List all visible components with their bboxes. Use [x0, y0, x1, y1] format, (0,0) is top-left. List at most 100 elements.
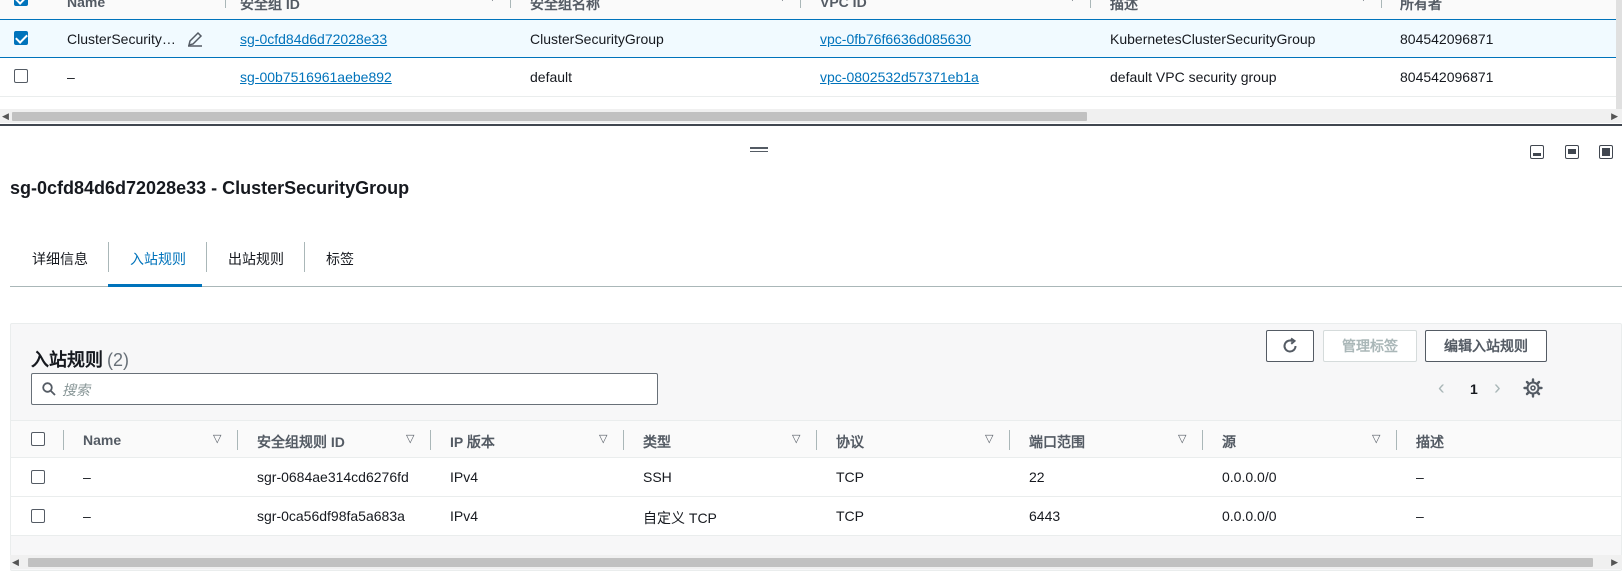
refresh-icon — [1283, 337, 1297, 353]
sg-id-link[interactable]: sg-0cfd84d6d72028e33 — [240, 31, 387, 47]
column-divider[interactable] — [1009, 430, 1010, 450]
rule-ip-version: IPv4 — [450, 508, 479, 524]
column-header-sg-name[interactable]: 安全组名称 — [530, 0, 600, 14]
rule-name: – — [83, 508, 91, 524]
column-divider[interactable] — [510, 0, 511, 8]
vpc-id-link[interactable]: vpc-0fb76f6636d085630 — [820, 31, 971, 47]
column-divider[interactable] — [225, 0, 226, 8]
sg-name: ClusterSecurityGroup — [530, 31, 664, 47]
filter-caret-icon[interactable]: ▽ — [406, 432, 414, 445]
column-header-port-range[interactable]: 端口范围 — [1029, 432, 1085, 452]
refresh-button[interactable] — [1266, 330, 1314, 362]
scrollbar-thumb[interactable] — [12, 112, 1087, 121]
column-divider[interactable] — [237, 430, 238, 450]
row-checkbox[interactable] — [31, 470, 45, 484]
select-all-checkbox[interactable] — [14, 0, 28, 6]
inbound-rules-table-header: Name ▽ 安全组规则 ID ▽ IP 版本 ▽ 类型 ▽ 协议 ▽ 端口范围… — [11, 420, 1621, 458]
table-row[interactable]: – sg-00b7516961aebe892 default vpc-08025… — [0, 58, 1617, 97]
filter-caret-icon[interactable]: ▽ — [792, 432, 800, 445]
column-header-name[interactable]: Name — [83, 432, 121, 448]
sort-caret-icon[interactable]: ▼ — [1067, 0, 1078, 4]
next-page-icon[interactable]: › — [1494, 378, 1501, 398]
column-divider[interactable] — [800, 0, 801, 8]
column-divider[interactable] — [1202, 430, 1203, 450]
rule-type: 自定义 TCP — [643, 510, 717, 526]
column-header-description[interactable]: 描述 — [1110, 0, 1138, 14]
rule-description: – — [1416, 469, 1424, 485]
row-checkbox[interactable] — [31, 509, 45, 523]
row-checkbox[interactable] — [14, 69, 28, 83]
column-divider[interactable] — [1396, 430, 1397, 450]
column-header-source[interactable]: 源 — [1222, 432, 1236, 452]
gear-icon[interactable] — [1523, 378, 1543, 398]
scroll-left-arrow-icon[interactable]: ◀ — [12, 557, 19, 568]
rule-id: sgr-0ca56df98fa5a683a — [257, 508, 405, 524]
table-row[interactable]: ClusterSecurity… sg-0cfd84d6d72028e33 Cl… — [0, 19, 1617, 58]
split-bottom-icon[interactable] — [1530, 145, 1544, 159]
rule-source: 0.0.0.0/0 — [1222, 469, 1277, 485]
split-full-icon[interactable] — [1599, 145, 1613, 159]
sg-owner: 804542096871 — [1400, 31, 1494, 47]
column-header-protocol[interactable]: 协议 — [836, 432, 864, 452]
sort-caret-icon[interactable]: ▼ — [1358, 0, 1369, 4]
panel-splitter[interactable] — [0, 124, 1622, 126]
rule-id: sgr-0684ae314cd6276fd — [257, 469, 409, 485]
rule-port-range: 6443 — [1029, 508, 1061, 524]
split-middle-icon[interactable] — [1565, 145, 1579, 159]
manage-tags-button[interactable]: 管理标签 — [1323, 330, 1417, 362]
tab-tags[interactable]: 标签 — [326, 249, 354, 269]
vertical-scrollbar[interactable] — [1616, 0, 1622, 110]
column-header-description[interactable]: 描述 — [1416, 432, 1444, 452]
horizontal-scrollbar[interactable]: ◀ ▶ — [0, 109, 1622, 123]
column-divider[interactable] — [63, 430, 64, 450]
scroll-right-arrow-icon[interactable]: ▶ — [1611, 111, 1618, 122]
column-divider[interactable] — [430, 430, 431, 450]
scroll-left-arrow-icon[interactable]: ◀ — [2, 111, 9, 122]
column-header-owner[interactable]: 所有者 — [1400, 0, 1442, 14]
row-checkbox[interactable] — [14, 31, 28, 45]
table-row[interactable]: – sgr-0ca56df98fa5a683a IPv4 自定义 TCP TCP… — [11, 497, 1621, 536]
column-divider[interactable] — [1381, 0, 1382, 8]
scrollbar-thumb[interactable] — [28, 558, 1593, 567]
search-box[interactable] — [31, 373, 658, 405]
sg-name-tag: – — [67, 69, 75, 85]
prev-page-icon[interactable]: ‹ — [1438, 378, 1445, 398]
filter-caret-icon[interactable]: ▽ — [599, 432, 607, 445]
filter-caret-icon[interactable]: ▽ — [213, 432, 221, 445]
filter-caret-icon[interactable]: ▽ — [985, 432, 993, 445]
horizontal-scrollbar[interactable]: ◀ ▶ — [10, 555, 1622, 569]
tab-divider — [108, 242, 109, 272]
rule-protocol: TCP — [836, 469, 864, 485]
filter-caret-icon[interactable]: ▽ — [1372, 432, 1380, 445]
column-header-name[interactable]: Name — [67, 0, 105, 10]
column-divider[interactable] — [1090, 0, 1091, 8]
table-row[interactable]: – sgr-0684ae314cd6276fd IPv4 SSH TCP 22 … — [11, 458, 1621, 497]
edit-inbound-rules-button[interactable]: 编辑入站规则 — [1425, 330, 1547, 362]
sg-id-link[interactable]: sg-00b7516961aebe892 — [240, 69, 392, 85]
column-header-vpc-id[interactable]: VPC ID — [820, 0, 867, 10]
edit-pencil-icon[interactable] — [187, 31, 203, 47]
sort-caret-icon[interactable]: ▼ — [487, 0, 498, 4]
rule-port-range: 22 — [1029, 469, 1045, 485]
sg-name-tag: ClusterSecurity… — [67, 31, 176, 47]
column-header-rule-id[interactable]: 安全组规则 ID — [257, 432, 345, 452]
pagination: ‹ 1 › — [1436, 378, 1521, 400]
filter-caret-icon[interactable]: ▽ — [1178, 432, 1186, 445]
sort-caret-icon[interactable]: ▼ — [777, 0, 788, 4]
drag-handle-icon[interactable] — [750, 147, 768, 153]
inbound-rules-panel: 入站规则(2) 管理标签 编辑入站规则 ‹ 1 › — [10, 323, 1622, 571]
column-header-ip-version[interactable]: IP 版本 — [450, 432, 495, 452]
column-divider[interactable] — [623, 430, 624, 450]
column-header-type[interactable]: 类型 — [643, 432, 671, 452]
column-header-sg-id[interactable]: 安全组 ID — [240, 0, 300, 14]
search-input[interactable] — [62, 380, 642, 400]
column-divider[interactable] — [816, 430, 817, 450]
tab-inbound-rules[interactable]: 入站规则 — [130, 249, 186, 269]
vpc-id-link[interactable]: vpc-0802532d57371eb1a — [820, 69, 979, 85]
scroll-right-arrow-icon[interactable]: ▶ — [1611, 557, 1618, 568]
current-page[interactable]: 1 — [1470, 381, 1478, 397]
detail-tabs: 详细信息 入站规则 出站规则 标签 — [10, 240, 1622, 287]
tab-outbound-rules[interactable]: 出站规则 — [228, 249, 284, 269]
tab-details[interactable]: 详细信息 — [32, 249, 88, 269]
select-all-checkbox[interactable] — [31, 432, 45, 446]
